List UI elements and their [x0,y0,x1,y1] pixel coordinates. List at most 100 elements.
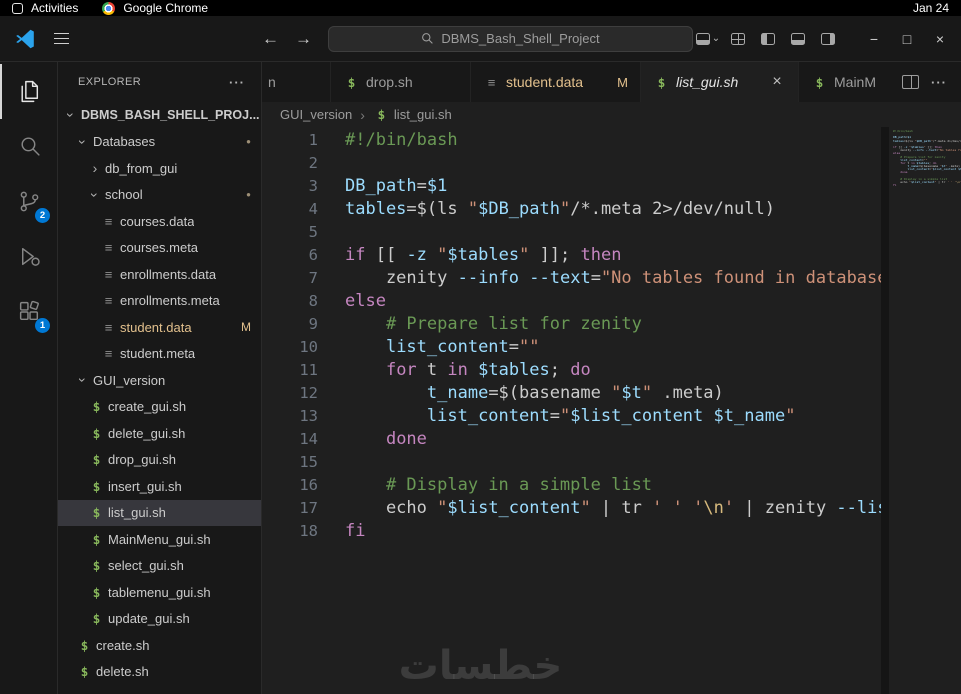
code-line[interactable]: 10 list_content="" [262,336,881,359]
minimap[interactable]: #!/bin/bashDB_path=$1tables=$(ls "$DB_pa… [889,127,961,694]
tree-file-drop_gui.sh[interactable]: $drop_gui.sh [58,447,261,474]
shell-file-icon: $ [76,638,93,653]
line-number: 13 [262,405,318,428]
code-line[interactable]: 11 for t in $tables; do [262,359,881,382]
code-line[interactable]: 12 t_name=$(basename "$t" .meta) [262,382,881,405]
forward-arrow-icon[interactable]: → [295,29,312,49]
command-center-search[interactable]: DBMS_Bash_Shell_Project [328,26,693,52]
code-line[interactable]: 7 zenity --info --text="No tables found … [262,267,881,290]
shell-file-icon: $ [88,479,105,494]
window-minimize-button[interactable]: − [859,24,889,54]
toggle-secondary-sidebar-icon[interactable] [813,25,843,53]
line-number: 8 [262,290,318,313]
code-line[interactable]: 16 # Display in a simple list [262,474,881,497]
activity-search[interactable] [0,119,57,174]
tree-folder-school[interactable]: ›school● [58,182,261,209]
tree-file-create.sh[interactable]: $create.sh [58,632,261,659]
item-label: drop_gui.sh [108,452,176,467]
line-number: 14 [262,428,318,451]
code-line[interactable]: 2 [262,152,881,175]
code-text: if [[ -z "$tables" ]]; then [318,244,621,267]
code-text: done [318,428,427,451]
git-modified-badge: M [241,320,251,334]
line-number: 9 [262,313,318,336]
code-line[interactable]: 6if [[ -z "$tables" ]]; then [262,244,881,267]
tree-folder-GUI_version[interactable]: ›GUI_version [58,367,261,394]
code-line[interactable]: 1#!/bin/bash [262,129,881,152]
file-icon: ≡ [100,320,117,335]
tree-file-delete_gui.sh[interactable]: $delete_gui.sh [58,420,261,447]
tree-file-enrollments.meta[interactable]: ≡enrollments.meta [58,288,261,315]
line-number: 4 [262,198,318,221]
focused-app-name[interactable]: Google Chrome [123,1,208,15]
toggle-panel-dropdown-icon[interactable]: ⌄ [693,25,723,53]
activity-explorer[interactable] [0,64,57,119]
code-line[interactable]: 18fi [262,520,881,543]
code-line[interactable]: 4tables=$(ls "$DB_path"/*.meta 2>/dev/nu… [262,198,881,221]
item-label: student.meta [120,346,195,361]
code-line[interactable]: 3DB_path=$1 [262,175,881,198]
line-number: 18 [262,520,318,543]
code-text: #!/bin/bash [318,129,458,152]
tree-file-student.meta[interactable]: ≡student.meta [58,341,261,368]
back-arrow-icon[interactable]: ← [262,29,279,49]
tab-drop.sh[interactable]: $drop.sh [331,62,471,102]
tree-file-delete.sh[interactable]: $delete.sh [58,659,261,686]
tab-student.data[interactable]: ≡student.dataM [471,62,641,102]
item-label: enrollments.data [120,267,216,282]
code-line[interactable]: 5 [262,221,881,244]
item-label: delete.sh [96,664,149,679]
line-number: 5 [262,221,318,244]
code-line[interactable]: 9 # Prepare list for zenity [262,313,881,336]
tree-file-courses.data[interactable]: ≡courses.data [58,208,261,235]
tree-file-list_gui.sh[interactable]: $list_gui.sh [58,500,261,527]
tab-MainM[interactable]: $MainM [799,62,888,102]
tree-file-select_gui.sh[interactable]: $select_gui.sh [58,553,261,580]
item-label: Databases [93,134,155,149]
tree-folder-db_from_gui[interactable]: ›db_from_gui [58,155,261,182]
window-maximize-button[interactable]: □ [892,24,922,54]
customize-layout-icon[interactable] [723,25,753,53]
tree-file-tablemenu_gui.sh[interactable]: $tablemenu_gui.sh [58,579,261,606]
scrollbar-track[interactable] [881,127,889,694]
activity-extensions[interactable]: 1 [0,284,57,339]
activities-button[interactable]: Activities [31,1,78,15]
toggle-panel-icon[interactable] [783,25,813,53]
code-line[interactable]: 8else [262,290,881,313]
line-number: 10 [262,336,318,359]
activity-source-control[interactable]: 2 [0,174,57,229]
clock-date[interactable]: Jan 24 [913,1,949,15]
tab-n[interactable]: n [262,62,331,102]
tree-file-create_gui.sh[interactable]: $create_gui.sh [58,394,261,421]
breadcrumb-item-list_gui.sh[interactable]: $list_gui.sh [373,107,452,122]
explorer-title: EXPLORER [78,76,141,88]
tree-file-MainMenu_gui.sh[interactable]: $MainMenu_gui.sh [58,526,261,553]
code-area: 1#!/bin/bash23DB_path=$14tables=$(ls "$D… [262,127,961,694]
code-line[interactable]: 15 [262,451,881,474]
item-label: courses.meta [120,240,198,255]
tree-file-insert_gui.sh[interactable]: $insert_gui.sh [58,473,261,500]
activities-icon [12,3,23,14]
chrome-icon [102,2,115,15]
close-icon[interactable]: × [768,73,786,91]
tree-folder-Databases[interactable]: ›Databases● [58,129,261,156]
tree-file-update_gui.sh[interactable]: $update_gui.sh [58,606,261,633]
split-editor-icon[interactable] [902,75,919,89]
tree-file-student.data[interactable]: ≡student.dataM [58,314,261,341]
line-number: 11 [262,359,318,382]
activity-run-debug[interactable] [0,229,57,284]
code-text: list_content="$list_content $t_name" [318,405,795,428]
code-line[interactable]: 17 echo "$list_content" | tr ' ' '\n' | … [262,497,881,520]
tab-list_gui.sh[interactable]: $list_gui.sh× [641,62,799,102]
tree-file-enrollments.data[interactable]: ≡enrollments.data [58,261,261,288]
code-line[interactable]: 13 list_content="$list_content $t_name" [262,405,881,428]
toggle-sidebar-icon[interactable] [753,25,783,53]
tree-root-folder[interactable]: › DBMS_BASH_SHELL_PROJ... [58,102,261,129]
window-close-button[interactable]: × [925,24,955,54]
menu-icon[interactable] [54,33,69,45]
more-actions-icon[interactable]: ··· [229,75,245,90]
code-line[interactable]: 14 done [262,428,881,451]
tree-file-courses.meta[interactable]: ≡courses.meta [58,235,261,262]
breadcrumb-item-GUI_version[interactable]: GUI_version [280,107,352,122]
editor-more-actions-icon[interactable]: ··· [931,75,947,90]
